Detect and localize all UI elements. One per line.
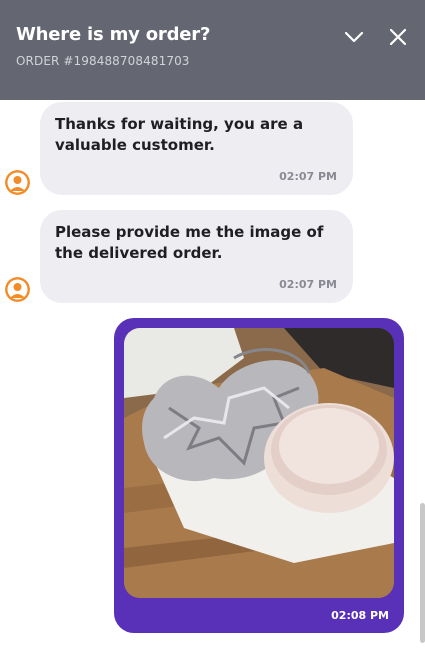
scrollbar[interactable] xyxy=(420,503,425,643)
chat-header: Where is my order? ORDER #19848870848170… xyxy=(0,0,425,100)
message-text: Thanks for waiting, you are a valuable c… xyxy=(55,115,304,154)
close-icon[interactable] xyxy=(386,25,410,49)
message-time: 02:07 PM xyxy=(279,278,337,291)
photo-icon[interactable] xyxy=(124,328,394,598)
message-time: 02:08 PM xyxy=(331,609,389,622)
chat-thread[interactable]: Thanks for waiting, you are a valuable c… xyxy=(0,100,425,659)
user-message: 02:08 PM xyxy=(114,318,404,633)
message-text: Please provide me the image of the deliv… xyxy=(55,223,324,262)
agent-message: Thanks for waiting, you are a valuable c… xyxy=(40,102,353,195)
chevron-down-icon[interactable] xyxy=(342,25,366,49)
agent-avatar-icon xyxy=(5,277,30,302)
chat-title: Where is my order? xyxy=(16,24,211,45)
message-time: 02:07 PM xyxy=(279,170,337,183)
agent-message: Please provide me the image of the deliv… xyxy=(40,210,353,303)
order-number: ORDER #198488708481703 xyxy=(16,54,190,68)
agent-avatar-icon xyxy=(5,170,30,195)
